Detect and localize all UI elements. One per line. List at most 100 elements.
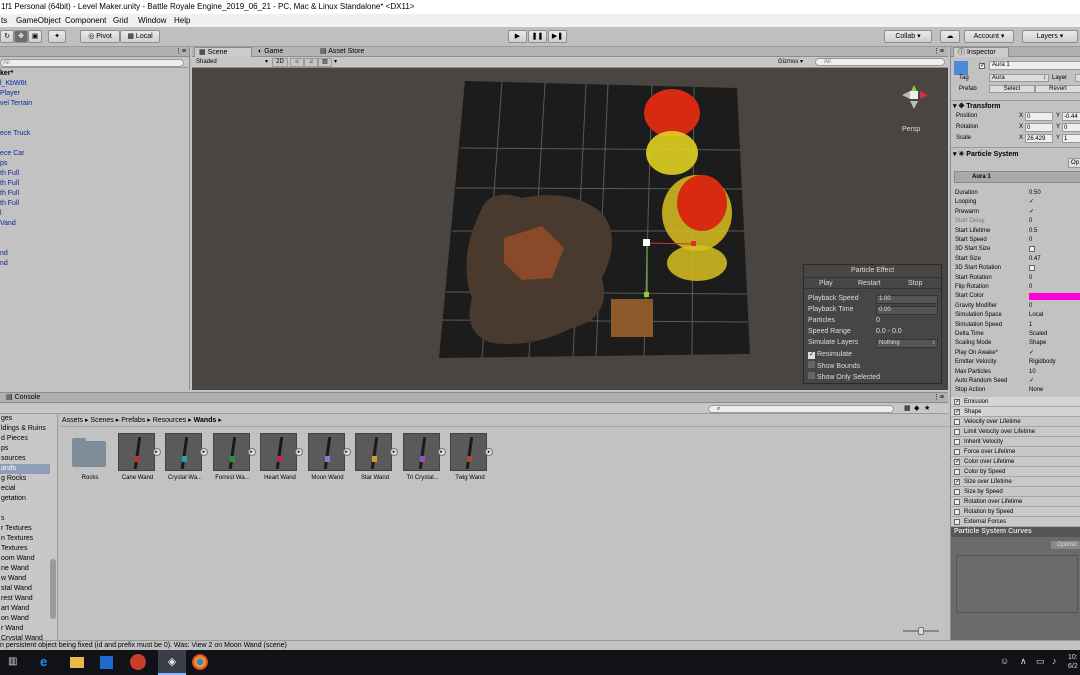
shading-mode-dropdown[interactable]: Shaded ▾ (196, 58, 268, 67)
filter-by-type-icon[interactable]: ▦ (904, 404, 911, 414)
transform-tool-button[interactable]: ✦ (48, 30, 66, 43)
particle-property-value[interactable]: ✓ (1029, 208, 1080, 217)
particle-property-value[interactable]: Local (1029, 311, 1080, 320)
pause-button[interactable]: ❚❚ (528, 30, 547, 43)
particle-module-row[interactable]: ✓ Size over Lifetime (951, 477, 1080, 487)
particle-property-value[interactable]: 1 (1029, 321, 1080, 330)
audio-toggle-icon[interactable]: ♫ (304, 58, 318, 67)
breadcrumb-wands[interactable]: Wands (194, 417, 217, 424)
tab-inspector[interactable]: ⓘ Inspector (953, 47, 1009, 57)
prefab-expand-icon[interactable]: ▸ (390, 448, 398, 456)
scene-view[interactable]: ▦ Scene ◐ Game ▤ Asset Store ⋮≡ Shaded ▾ … (192, 47, 948, 390)
play-button[interactable]: ▶ (508, 30, 527, 43)
show-only-selected-checkbox[interactable] (808, 372, 815, 379)
particle-module-row[interactable]: Rotation over Lifetime (951, 497, 1080, 507)
2d-toggle[interactable]: 2D (272, 58, 288, 67)
prefab-expand-icon[interactable]: ▸ (200, 448, 208, 456)
pivot-toggle[interactable]: ◎ Pivot (80, 30, 120, 43)
open-editor-button[interactable]: Op (1068, 158, 1080, 168)
gizmo-x-handle[interactable] (691, 241, 696, 246)
menu-assets[interactable]: ts (1, 14, 7, 27)
orientation-gizmo-icon[interactable] (894, 75, 934, 123)
unity-taskbar-button[interactable]: ◈ (158, 650, 186, 675)
network-icon[interactable]: ▭ (1036, 656, 1045, 667)
particle-module-row[interactable]: Inherit Velocity (951, 437, 1080, 447)
hierarchy-search-input[interactable]: All (0, 59, 184, 67)
folder-tree-item[interactable]: s (0, 514, 50, 524)
edge-icon[interactable]: e (40, 655, 54, 669)
prefab-select-button[interactable]: Select (989, 85, 1035, 93)
folder-tree-item[interactable]: on Wand (0, 614, 50, 624)
breadcrumb-scenes[interactable]: Scenes (90, 417, 113, 424)
particle-system-header[interactable]: ▾ ✳ Particle System (951, 147, 1080, 160)
prefab-asset[interactable]: ▸ Cane Wand (117, 433, 161, 483)
module-enable-checkbox[interactable] (954, 499, 960, 505)
notifications-chevron-icon[interactable]: ∧ (1020, 656, 1027, 667)
folder-tree-item[interactable]: ands (0, 464, 50, 474)
hierarchy-item[interactable]: vel Terrain (0, 99, 32, 109)
panel-menu-icon[interactable]: ⋮≡ (175, 47, 186, 57)
perspective-label[interactable]: Persp (902, 126, 920, 133)
particle-module-row[interactable]: Velocity over Lifetime (951, 417, 1080, 427)
particle-property-value[interactable]: 0.47 (1029, 255, 1080, 264)
folder-tree-item[interactable]: ps (0, 444, 50, 454)
prefab-expand-icon[interactable]: ▸ (342, 448, 351, 456)
filter-by-label-icon[interactable]: ◆ (914, 404, 919, 414)
layer-dropdown[interactable] (1075, 74, 1080, 82)
particle-property-value[interactable]: ✓ (1029, 349, 1080, 358)
gizmos-dropdown[interactable]: Gizmos ▾ (778, 58, 812, 67)
rotation-x-field[interactable]: 0 (1025, 123, 1053, 132)
gizmo-center-handle[interactable] (643, 239, 650, 246)
prefab-expand-icon[interactable]: ▸ (247, 448, 256, 456)
hierarchy-item[interactable]: th Full (0, 189, 19, 199)
hierarchy-item[interactable]: l_KbW6t (0, 79, 26, 89)
module-enable-checkbox[interactable]: ✓ (954, 459, 960, 465)
scale-x-field[interactable]: 26.429 (1025, 134, 1053, 143)
transform-header[interactable]: ▾ ✥ Transform (951, 100, 1080, 111)
show-only-selected-toggle[interactable]: Show Only Selected (808, 372, 880, 382)
playback-speed-field[interactable]: 1.00 (876, 295, 938, 304)
particle-module-row[interactable]: External Forces (951, 517, 1080, 527)
particle-property-value[interactable]: 0.5 (1029, 227, 1080, 236)
module-enable-checkbox[interactable] (954, 449, 960, 455)
restart-effect-button[interactable]: Restart (858, 278, 881, 290)
hierarchy-item[interactable]: Vand (0, 219, 16, 229)
hierarchy-item[interactable]: ece Truck (0, 129, 30, 139)
simulate-layers-dropdown[interactable]: Nothing ↕ (876, 339, 938, 348)
panel-menu-icon[interactable]: ⋮≡ (933, 393, 944, 403)
hierarchy-item[interactable]: Player (0, 89, 20, 99)
particle-module-row[interactable]: ✓ Color over Lifetime (951, 457, 1080, 467)
hierarchy-item[interactable]: ps (0, 159, 7, 169)
step-button[interactable]: ▶❚ (548, 30, 567, 43)
store-icon[interactable] (100, 656, 113, 669)
prefab-asset[interactable]: ▸ Moon Wand (307, 433, 351, 483)
panel-menu-icon[interactable]: ⋮≡ (933, 47, 944, 57)
layers-dropdown[interactable]: Layers ▾ (1022, 30, 1078, 43)
curves-panel[interactable]: Optimiz (951, 537, 1080, 640)
scene-search-input[interactable]: All (815, 58, 945, 66)
particle-property-value[interactable]: 10 (1029, 368, 1080, 377)
menu-component[interactable]: Component (65, 14, 106, 27)
account-dropdown[interactable]: Account ▾ (964, 30, 1014, 43)
folder-tree-item[interactable]: getation (0, 494, 50, 504)
module-enable-checkbox[interactable] (954, 469, 960, 475)
scale-y-field[interactable]: 1 (1062, 134, 1080, 143)
particle-property-checkbox[interactable] (1029, 265, 1035, 272)
particle-module-row[interactable]: Size by Speed (951, 487, 1080, 497)
folder-tree-item[interactable]: n Textures (0, 534, 50, 544)
position-x-field[interactable]: 0 (1025, 112, 1053, 121)
prefab-asset[interactable]: ▸ Forrest Wa... (212, 433, 256, 483)
particle-module-row[interactable]: ✓ Emission (951, 397, 1080, 407)
project-search-input[interactable]: ⌕ (708, 405, 894, 413)
particle-property-value[interactable]: ✓ (1029, 377, 1080, 386)
curve-graph[interactable] (956, 555, 1078, 613)
particle-module-row[interactable]: Rotation by Speed (951, 507, 1080, 517)
optimize-button[interactable]: Optimiz (1051, 541, 1080, 549)
position-y-field[interactable]: -0.44 (1062, 112, 1080, 121)
rotation-y-field[interactable]: 0 (1062, 123, 1080, 132)
module-enable-checkbox[interactable] (954, 489, 960, 495)
menu-gameobject[interactable]: GameObject (16, 14, 61, 27)
volume-icon[interactable]: ♪ (1052, 656, 1057, 666)
local-toggle[interactable]: ▦ Local (120, 30, 160, 43)
particle-module-row[interactable]: ✓ Shape (951, 407, 1080, 417)
